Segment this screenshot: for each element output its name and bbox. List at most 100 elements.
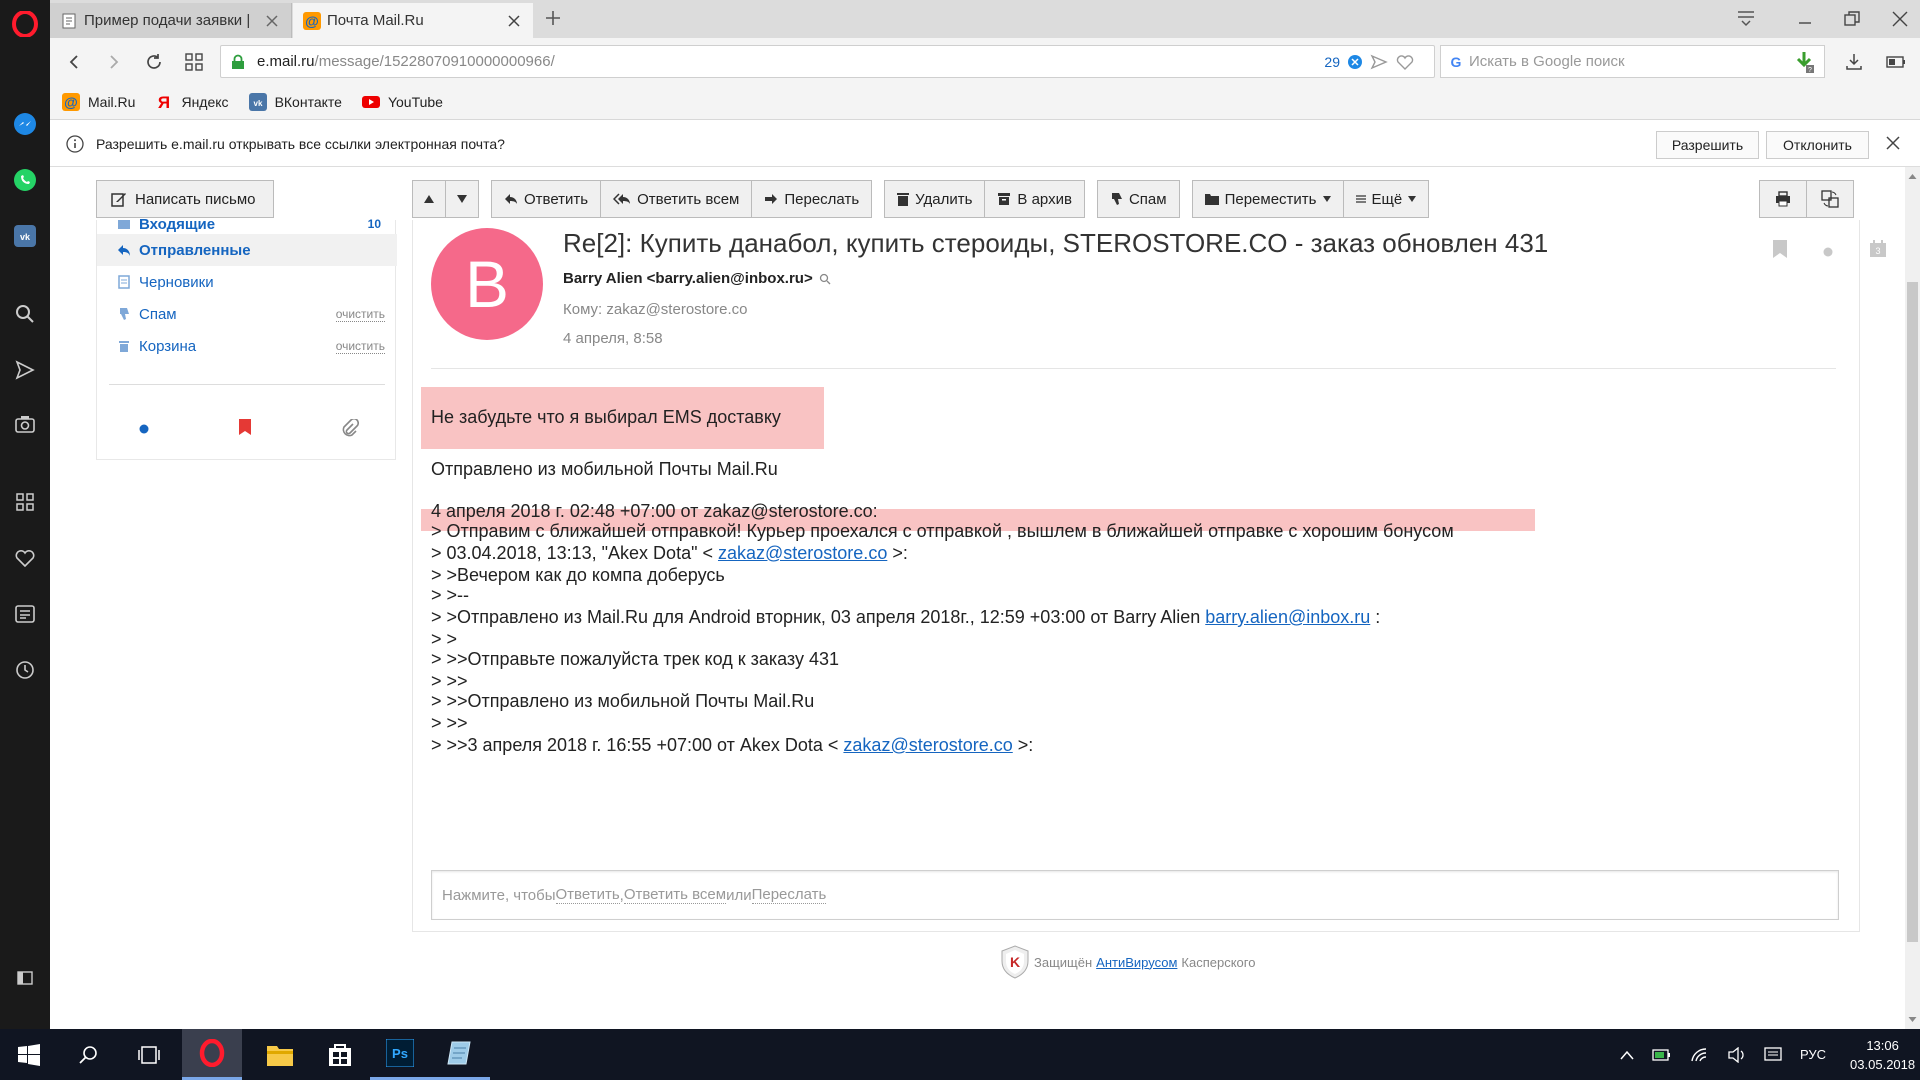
search-taskbar-button[interactable] [64, 1029, 114, 1080]
quick-forward-link[interactable]: Переслать [751, 886, 827, 904]
tab-mailru[interactable]: @ Почта Mail.Ru [293, 3, 533, 38]
flag-message-button[interactable] [1773, 240, 1787, 261]
task-view-button[interactable] [124, 1029, 174, 1080]
search-input[interactable]: G Искать в Google поиск [1440, 45, 1825, 78]
bookmark-yandex[interactable]: Я Яндекс [155, 93, 228, 111]
close-icon[interactable] [263, 12, 281, 30]
scroll-up-icon[interactable] [1905, 171, 1920, 183]
heart-icon[interactable] [11, 544, 39, 572]
page-scrollbar[interactable] [1905, 167, 1920, 1029]
reload-button[interactable] [140, 48, 168, 76]
scroll-thumb[interactable] [1907, 282, 1918, 942]
folder-spam[interactable]: Спам очистить [97, 298, 397, 330]
svg-text:@: @ [305, 13, 319, 29]
bookmark-mailru[interactable]: @ Mail.Ru [62, 92, 135, 111]
news-icon[interactable] [11, 600, 39, 628]
forward-button[interactable] [100, 48, 128, 76]
flagged-filter[interactable] [238, 419, 252, 438]
search-icon[interactable] [11, 300, 39, 328]
bookmark-youtube[interactable]: YouTube [361, 93, 443, 111]
share-icon[interactable] [1370, 54, 1388, 70]
archive-button[interactable]: В архив [984, 180, 1085, 218]
reply-all-button[interactable]: Ответить всем [600, 180, 753, 218]
camera-icon[interactable] [11, 410, 39, 438]
delete-button[interactable]: Удалить [884, 180, 986, 218]
scroll-down-icon[interactable] [1905, 1013, 1920, 1025]
close-window-button[interactable] [1890, 9, 1910, 32]
back-button[interactable] [60, 48, 88, 76]
restore-button[interactable] [1842, 9, 1862, 32]
tab-example[interactable]: Пример подачи заявки | [50, 3, 292, 38]
folder-drafts[interactable]: Черновики [97, 266, 397, 298]
svg-text:K: K [1010, 954, 1020, 970]
wifi-icon[interactable] [1690, 1047, 1710, 1063]
mark-unread-button[interactable] [1823, 244, 1833, 260]
avatar[interactable]: B [431, 228, 543, 340]
quick-reply-link[interactable]: Ответить [555, 886, 620, 904]
speed-dial-icon[interactable] [11, 488, 39, 516]
print-button[interactable] [1759, 180, 1807, 218]
notifications-icon[interactable] [1764, 1046, 1782, 1063]
taskbar-store[interactable] [310, 1029, 370, 1080]
folder-label: Черновики [139, 273, 214, 291]
sidebar-toggle-icon[interactable] [11, 964, 39, 992]
opera-logo-icon[interactable] [11, 10, 39, 38]
tabs-grid-button[interactable] [180, 48, 208, 76]
chevron-up-icon[interactable] [1620, 1050, 1634, 1060]
start-button[interactable] [4, 1029, 54, 1080]
taskbar-notes-app[interactable] [430, 1029, 490, 1080]
clear-spam-link[interactable]: очистить [335, 307, 385, 322]
close-icon[interactable] [505, 12, 523, 30]
quick-reply-all-link[interactable]: Ответить всем [623, 886, 727, 904]
messenger-icon[interactable] [11, 110, 39, 138]
prev-message-button[interactable] [412, 180, 446, 218]
language-indicator[interactable]: РУС [1800, 1047, 1826, 1062]
unread-filter[interactable] [138, 422, 150, 438]
translate-button[interactable] [1806, 180, 1854, 218]
send-icon[interactable] [11, 356, 39, 384]
reply-button[interactable]: Ответить [491, 180, 602, 218]
taskbar-explorer[interactable] [250, 1029, 310, 1080]
message-from[interactable]: Barry Alien <barry.alien@inbox.ru> [563, 270, 831, 287]
attachments-filter[interactable] [341, 417, 360, 440]
infobar-close-button[interactable] [1885, 135, 1901, 154]
new-tab-button[interactable] [543, 8, 563, 31]
downloads-button[interactable] [1840, 48, 1868, 76]
taskbar-opera[interactable] [182, 1029, 242, 1080]
battery-saver-button[interactable] [1882, 48, 1910, 76]
folder-trash[interactable]: Корзина очистить [97, 330, 397, 362]
allow-button[interactable]: Разрешить [1656, 131, 1759, 159]
folder-sent[interactable]: Отправленные [97, 234, 397, 266]
clear-trash-link[interactable]: очистить [335, 339, 385, 354]
next-message-button[interactable] [445, 180, 479, 218]
whatsapp-icon[interactable] [11, 166, 39, 194]
reminder-button[interactable]: 3 [1869, 240, 1887, 261]
bookmark-icon [1773, 240, 1787, 258]
move-button[interactable]: Переместить [1191, 180, 1344, 218]
forward-button[interactable]: Переслать [751, 180, 873, 218]
tab-menu-button[interactable] [1736, 9, 1756, 30]
vk-icon[interactable]: vk [11, 222, 39, 250]
deny-button[interactable]: Отклонить [1766, 131, 1869, 159]
search-icon[interactable] [819, 273, 831, 285]
heart-icon[interactable] [1396, 54, 1414, 70]
folder-inbox[interactable]: Входящие 10 [97, 212, 397, 236]
more-button[interactable]: Ещё [1342, 180, 1430, 218]
bookmark-vk[interactable]: vk ВКонтакте [248, 92, 342, 111]
clock[interactable]: 13:06 03.05.2018 [1850, 1036, 1915, 1074]
spam-label: Спам [1128, 190, 1167, 208]
adblock-icon[interactable] [1348, 54, 1362, 69]
extension-button[interactable]: ? [1790, 48, 1818, 76]
spam-button[interactable]: Спам [1096, 180, 1180, 218]
battery-charging-icon[interactable] [1652, 1047, 1672, 1063]
volume-icon[interactable] [1728, 1046, 1746, 1063]
email-link[interactable]: zakaz@sterostore.co [843, 735, 1012, 755]
antivirus-link[interactable]: АнтиВирусом [1096, 955, 1177, 970]
url-field[interactable]: e.mail.ru/message/15228070910000000966/ … [220, 45, 1435, 78]
quick-reply-box[interactable]: Нажмите, чтобы Ответить, Ответить всем и… [431, 870, 1839, 920]
history-icon[interactable] [11, 656, 39, 684]
taskbar-photoshop[interactable]: Ps [370, 1029, 430, 1080]
minimize-button[interactable] [1795, 9, 1815, 32]
email-link[interactable]: zakaz@sterostore.co [718, 543, 887, 563]
email-link[interactable]: barry.alien@inbox.ru [1205, 607, 1370, 627]
